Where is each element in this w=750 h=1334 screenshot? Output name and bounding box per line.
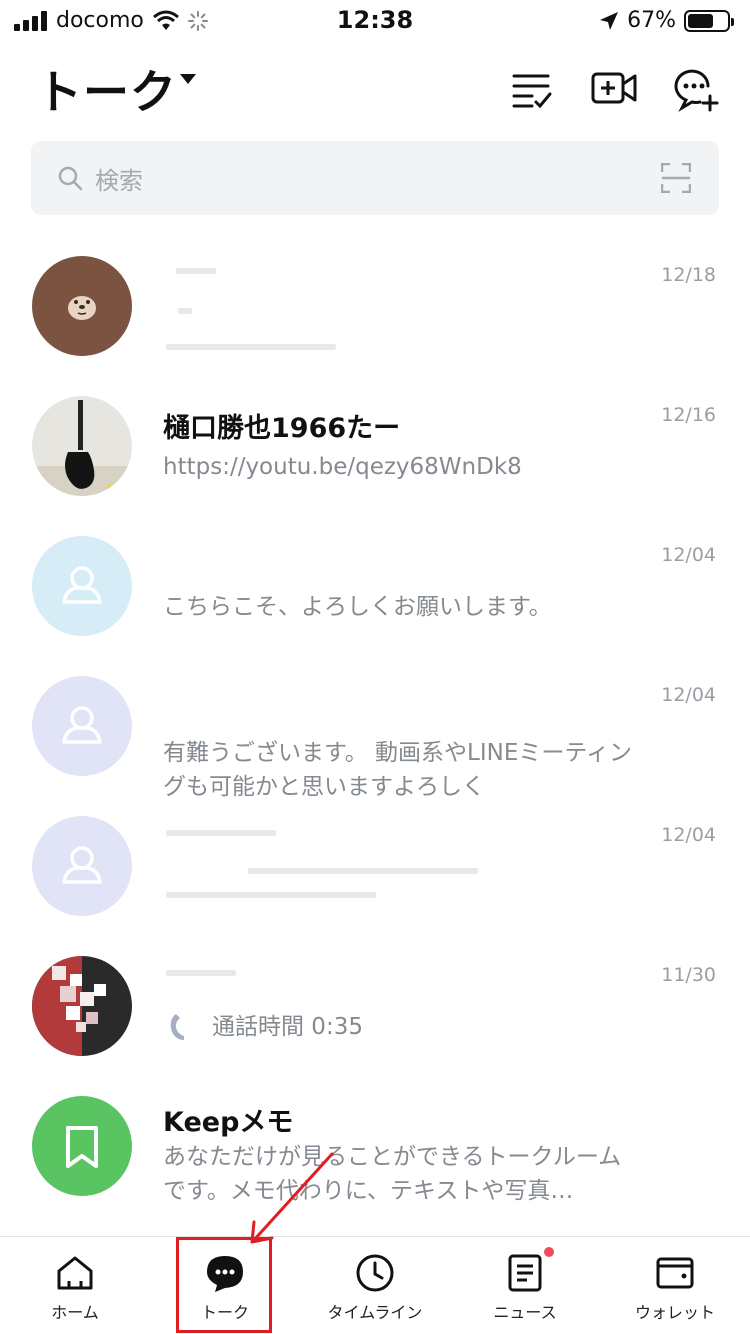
qr-scan-icon[interactable] [661,163,691,193]
chat-date: 12/16 [661,404,716,426]
nav-news[interactable]: ニュース [450,1237,600,1334]
default-person-avatar [32,676,132,776]
page-title[interactable]: トーク [36,56,177,122]
nav-home[interactable]: ホーム [0,1237,150,1334]
redacted-text [166,344,336,350]
guitar-photo-avatar [32,396,132,496]
clock-icon [356,1254,394,1292]
person-icon [62,706,102,744]
annotation-arrow-icon [250,1152,334,1244]
person-icon [62,846,102,884]
chat-date: 11/30 [661,964,716,986]
guitar-image [32,400,132,496]
chat-row[interactable]: 有難うございます。 動画系やLINEミーティングも可能かと思いますよろしく 12… [0,656,750,800]
chat-row[interactable]: Keepメモ あなただけが見ることができるトークルームです。メモ代わりに、テキス… [0,1076,750,1216]
redacted-text [178,308,192,314]
bookmark-icon [66,1126,98,1168]
chat-name: Keepメモ [163,1107,294,1138]
chat-row[interactable]: 通話時間 0:35 11/30 [0,936,750,1076]
location-arrow-icon [600,11,619,30]
chat-name: 樋口勝也1966たー [163,413,401,444]
battery-fill [688,13,714,28]
mosaic-photo-avatar [32,956,132,1056]
highlight-box [176,1237,272,1333]
chat-row[interactable]: 12/18 [0,236,750,376]
news-icon [508,1254,542,1292]
status-bar: docomo 12:38 67% [0,0,750,40]
chat-row[interactable]: こちらこそ、よろしくお願いします。 12/04 [0,516,750,656]
chat-preview: こちらこそ、よろしくお願いします。 [163,594,552,620]
chat-date: 12/04 [661,544,716,566]
default-person-avatar [32,536,132,636]
chat-date: 12/04 [661,684,716,706]
phone-call-icon [170,1014,184,1040]
redacted-text [166,830,276,836]
redacted-text [176,268,216,274]
bottom-nav: ホーム トーク タイムライン ニュース ウォレット [0,1236,750,1334]
wallet-icon [656,1257,694,1289]
keep-bookmark-avatar [32,1096,132,1196]
nav-timeline[interactable]: タイムライン [300,1237,450,1334]
brown-bear-avatar [32,256,132,356]
mosaic-image [32,956,106,1056]
redacted-text [166,970,236,976]
search-bar[interactable]: 検索 [31,141,719,215]
chat-row[interactable]: 12/04 [0,796,750,936]
chat-date: 12/18 [661,264,716,286]
search-placeholder: 検索 [95,167,143,195]
nav-wallet-label: ウォレット [634,1303,715,1322]
header: トーク [0,48,750,128]
status-right: 67% [599,8,734,33]
chat-preview: 有難うございます。 動画系やLINEミーティングも可能かと思いますよろしく [163,740,632,800]
chat-preview: あなただけが見ることができるトークルームです。メモ代わりに、テキストや写真… [163,1144,622,1204]
header-actions [508,64,720,112]
redacted-text [248,868,478,874]
nav-home-label: ホーム [51,1303,99,1322]
default-person-avatar [32,816,132,916]
nav-wallet[interactable]: ウォレット [600,1237,750,1334]
chat-date: 12/04 [661,824,716,846]
video-call-add-icon[interactable] [590,64,638,112]
search-icon [58,166,83,191]
chat-preview: https://youtu.be/qezy68WnDk8 [163,454,522,480]
home-icon [57,1256,93,1290]
nav-news-label: ニュース [493,1303,557,1322]
list-check-icon[interactable] [508,64,556,112]
redacted-text [166,892,376,898]
chat-row[interactable]: 樋口勝也1966たー https://youtu.be/qezy68WnDk8 … [0,376,750,516]
chat-preview: 通話時間 0:35 [212,1014,363,1040]
battery-icon [684,9,734,32]
news-badge [544,1247,554,1257]
bear-face-icon [68,296,96,320]
new-chat-icon[interactable] [672,64,720,112]
caret-down-icon[interactable] [180,74,196,84]
person-icon [62,566,102,604]
chat-list: 12/18 樋口勝也1966たー https://youtu.be/qezy68… [0,236,750,1216]
nav-timeline-label: タイムライン [327,1303,423,1322]
battery-percent: 67% [627,8,676,33]
